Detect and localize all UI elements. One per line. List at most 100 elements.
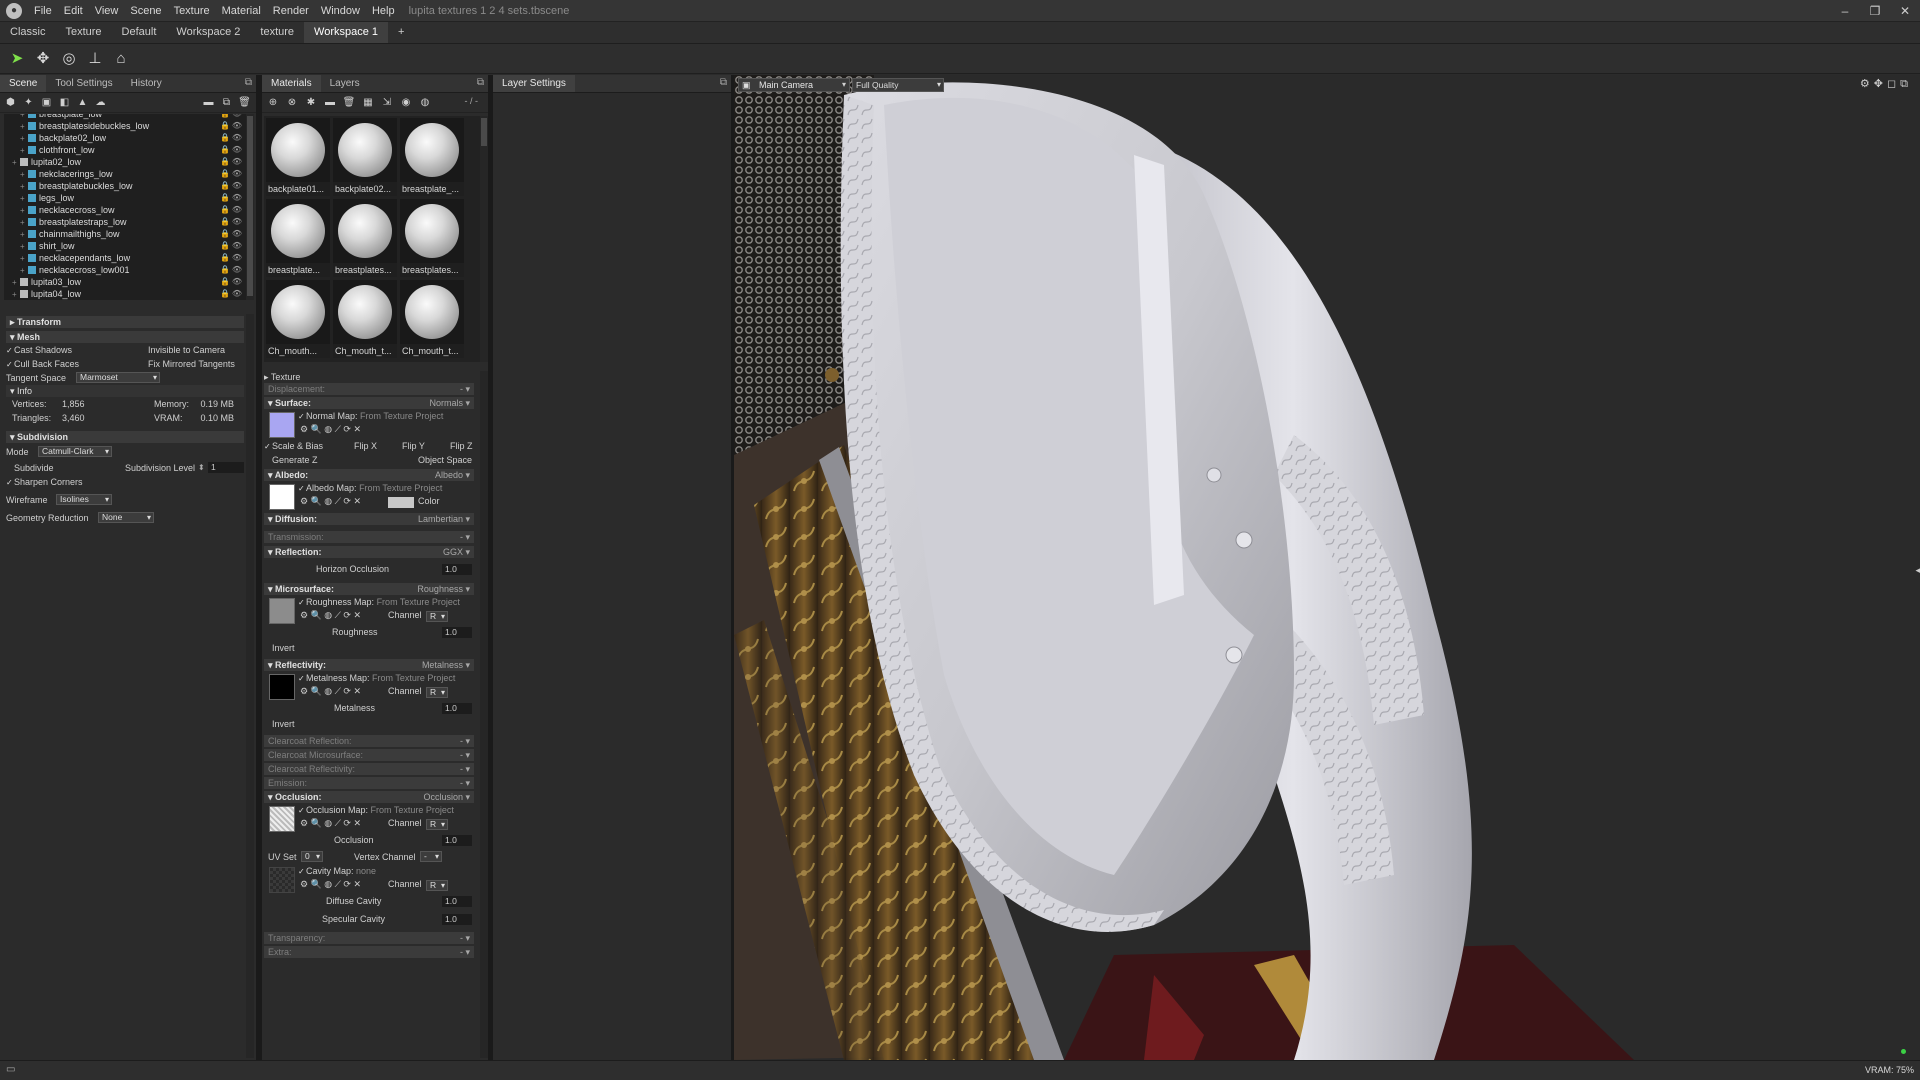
section-diffusion[interactable]: ▾ Diffusion: Lambertian ▾ — [264, 513, 474, 525]
albedo-color-swatch[interactable] — [388, 497, 414, 508]
delete-icon[interactable]: 🗑 — [238, 96, 251, 110]
vertex-channel-dropdown[interactable]: - — [420, 851, 442, 862]
object-space-checkbox[interactable]: Object Space — [418, 453, 472, 467]
tree-item[interactable]: + shirt_low 🔒 👁 — [4, 240, 246, 252]
lock-icon[interactable]: 🔒 — [220, 132, 230, 144]
invisible-to-camera-checkbox[interactable]: Invisible to Camera — [140, 343, 225, 357]
section-info[interactable]: ▾ Info — [6, 385, 244, 397]
panel-collapse-icon[interactable]: ◂ — [1915, 565, 1920, 576]
visibility-icon[interactable]: 👁 — [232, 120, 242, 132]
material-grid-icon[interactable]: ▦ — [361, 96, 375, 110]
folder-icon[interactable]: ▬ — [202, 96, 215, 110]
lock-icon[interactable]: 🔒 — [220, 240, 230, 252]
tree-item[interactable]: + lupita03_low 🔒 👁 — [4, 276, 246, 288]
lock-icon[interactable]: 🔒 — [220, 180, 230, 192]
visibility-icon[interactable]: 👁 — [232, 168, 242, 180]
select-tool-icon[interactable]: ➤ — [6, 48, 28, 70]
visibility-icon[interactable]: 👁 — [232, 216, 242, 228]
menu-texture[interactable]: Texture — [168, 5, 216, 17]
lock-icon[interactable]: 🔒 — [220, 216, 230, 228]
add-camera-icon[interactable]: ▣ — [40, 96, 53, 110]
map-tool-icons[interactable]: ⚙ 🔍 ◍ ⟋ ⟳ ✕ — [300, 424, 361, 435]
tree-item[interactable]: + lupita02_low 🔒 👁 — [4, 156, 246, 168]
visibility-icon[interactable]: 👁 — [232, 144, 242, 156]
map-tool-icons[interactable]: ⚙ 🔍 ◍ ⟋ ⟳ ✕ — [300, 686, 361, 697]
tree-item[interactable]: + breastplatesidebuckles_low 🔒 👁 — [4, 120, 246, 132]
popout-icon[interactable]: ⧉ — [477, 77, 484, 88]
section-displacement[interactable]: Displacement: - ▾ — [264, 383, 474, 395]
camera-dropdown[interactable]: ▣ Main Camera ▾ — [738, 78, 850, 92]
cavity-map-thumbnail[interactable] — [269, 867, 295, 893]
visibility-icon[interactable]: 👁 — [232, 288, 242, 300]
map-tool-icons[interactable]: ⚙ 🔍 ◍ ⟋ ⟳ ✕ — [300, 879, 361, 890]
section-clearcoat-microsurface[interactable]: Clearcoat Microsurface: - ▾ — [264, 749, 474, 761]
section-mesh[interactable]: ▾ Mesh — [6, 331, 244, 343]
console-icon[interactable]: ▭ — [6, 1064, 15, 1075]
lock-icon[interactable]: 🔒 — [220, 276, 230, 288]
duplicate-material-icon[interactable]: ⊗ — [285, 96, 299, 110]
add-object-icon[interactable]: ⬢ — [4, 96, 17, 110]
scene-tree-scrollbar[interactable] — [246, 114, 254, 300]
add-sky-icon[interactable]: ☁ — [94, 96, 107, 110]
material-ball[interactable]: breastplates... — [333, 199, 397, 279]
3d-viewport[interactable]: ▣ Main Camera ▾ Full Quality ⚙✥◻⧉ ◂ — [734, 75, 1920, 1060]
wireframe-dropdown[interactable]: Isolines — [56, 494, 112, 505]
flip-y-checkbox[interactable]: Flip Y — [402, 439, 425, 453]
menu-material[interactable]: Material — [216, 5, 267, 17]
lock-icon[interactable]: 🔒 — [220, 144, 230, 156]
material-apply-icon[interactable]: ◉ — [399, 96, 413, 110]
section-reflection[interactable]: ▾ Reflection: GGX ▾ — [264, 546, 474, 558]
tree-item[interactable]: + necklacecross_low001 🔒 👁 — [4, 264, 246, 276]
cavity-channel-dropdown[interactable]: R — [426, 880, 448, 891]
tree-item[interactable]: + necklacecross_low 🔒 👁 — [4, 204, 246, 216]
tree-item[interactable]: + legs_low 🔒 👁 — [4, 192, 246, 204]
properties-scrollbar[interactable] — [246, 314, 254, 1058]
visibility-icon[interactable]: 👁 — [232, 156, 242, 168]
expand-icon[interactable]: + — [12, 289, 20, 300]
menu-view[interactable]: View — [89, 5, 125, 17]
roughness-input[interactable]: 1.0 — [442, 627, 472, 638]
lock-icon[interactable]: 🔒 — [220, 168, 230, 180]
tree-item[interactable]: + nekclacerings_low 🔒 👁 — [4, 168, 246, 180]
close-icon[interactable]: ✕ — [1890, 0, 1920, 22]
visibility-icon[interactable]: 👁 — [232, 180, 242, 192]
occlusion-input[interactable]: 1.0 — [442, 835, 472, 846]
tree-item[interactable]: + lupita04_low 🔒 👁 — [4, 288, 246, 300]
material-ball[interactable]: breastplate_... — [400, 118, 464, 198]
roughness-map-thumbnail[interactable] — [269, 598, 295, 624]
section-occlusion[interactable]: ▾ Occlusion: Occlusion ▾ — [264, 791, 474, 803]
lock-icon[interactable]: 🔒 — [220, 264, 230, 276]
specular-cavity-input[interactable]: 1.0 — [442, 914, 472, 925]
menu-edit[interactable]: Edit — [58, 5, 89, 17]
roughness-channel-dropdown[interactable]: R — [426, 611, 448, 622]
gear-icon[interactable]: ⚙ — [1860, 78, 1874, 90]
sharpen-corners-checkbox[interactable]: ✓Sharpen Corners — [6, 475, 244, 489]
tab-history[interactable]: History — [122, 75, 171, 92]
map-tool-icons[interactable]: ⚙ 🔍 ◍ ⟋ ⟳ ✕ — [300, 818, 361, 829]
lock-icon[interactable]: 🔒 — [220, 228, 230, 240]
metalness-input[interactable]: 1.0 — [442, 703, 472, 714]
tree-item[interactable]: + backplate02_low 🔒 👁 — [4, 132, 246, 144]
subdivide-checkbox[interactable]: Subdivide — [6, 463, 54, 473]
rotate-tool-icon[interactable]: ◎ — [58, 48, 80, 70]
workspace-tab-workspace-2[interactable]: Workspace 2 — [166, 22, 250, 43]
workspace-tab-workspace-1[interactable]: Workspace 1 — [304, 22, 389, 43]
section-clearcoat-reflectivity[interactable]: Clearcoat Reflectivity: - ▾ — [264, 763, 474, 775]
tree-item[interactable]: + necklacependants_low 🔒 👁 — [4, 252, 246, 264]
popout-icon[interactable]: ⧉ — [1900, 78, 1912, 90]
subdivision-mode-dropdown[interactable]: Catmull-Clark — [38, 446, 112, 457]
material-ball[interactable]: Ch_mouth... — [266, 280, 330, 360]
section-clearcoat-reflection[interactable]: Clearcoat Reflection: - ▾ — [264, 735, 474, 747]
visibility-icon[interactable]: 👁 — [232, 264, 242, 276]
subdivision-level-input[interactable]: 1 — [208, 462, 244, 473]
popout-icon[interactable]: ⧉ — [245, 77, 252, 88]
flip-z-checkbox[interactable]: Flip Z — [450, 439, 473, 453]
duplicate-icon[interactable]: ⧉ — [220, 96, 233, 110]
move-tool-icon[interactable]: ✥ — [32, 48, 54, 70]
material-ball[interactable]: backplate02... — [333, 118, 397, 198]
section-surface[interactable]: ▾ Surface: Normals ▾ — [264, 397, 474, 409]
section-extra[interactable]: Extra: - ▾ — [264, 946, 474, 958]
lock-icon[interactable]: 🔒 — [220, 252, 230, 264]
visibility-icon[interactable]: 👁 — [232, 252, 242, 264]
visibility-icon[interactable]: 👁 — [232, 132, 242, 144]
